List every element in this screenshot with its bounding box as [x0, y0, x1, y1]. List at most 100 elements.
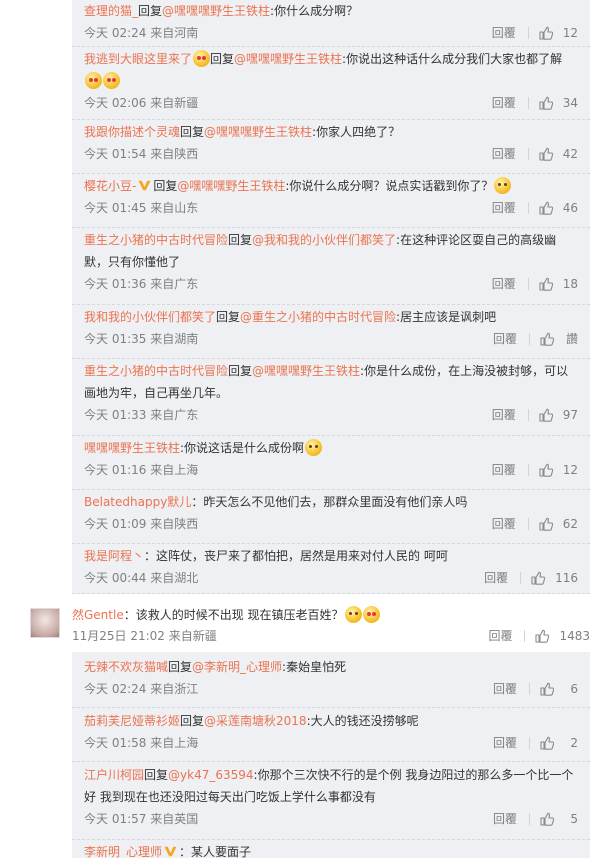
reply-actions: 回覆 2 — [493, 732, 578, 754]
thumbs-up-icon[interactable] — [540, 332, 554, 346]
like-count: 2 — [570, 736, 578, 750]
reply-author-link[interactable]: 樱花小豆- — [84, 179, 136, 193]
mention-link[interactable]: @我和我的小伙伴们都笑了 — [252, 233, 396, 247]
thumbs-up-icon[interactable] — [539, 277, 553, 291]
reply-button[interactable]: 回覆 — [492, 143, 516, 165]
reply-body: 李新明_心理师 ：某人要面子 — [84, 841, 578, 858]
divider — [527, 27, 529, 39]
mention-link[interactable]: @yk47_63594 — [168, 768, 254, 782]
avatar[interactable] — [30, 608, 60, 638]
reply-button[interactable]: 回覆 — [488, 625, 512, 647]
thumbs-up-icon[interactable] — [539, 517, 553, 531]
divider — [72, 489, 590, 490]
reply-meta: 今天 01:09 来自陕西 回覆 62 — [84, 513, 578, 535]
reply-timestamp: 今天 02:06 来自新疆 — [84, 96, 199, 110]
reply-button[interactable]: 回覆 — [493, 808, 517, 830]
comment-author-link[interactable]: 然Gentle — [72, 608, 124, 622]
reply-author-link[interactable]: 重生之小猪的中古时代冒险 — [84, 233, 228, 247]
reply-prefix: 回复 — [180, 125, 205, 139]
reply-item: 查理的猫_回复@嘿嘿嘿野生王铁柱:你什么成分啊？ 今天 02:24 来自河南 回覆 1… — [72, 0, 590, 47]
thumbs-up-icon[interactable] — [535, 629, 550, 643]
divider — [524, 630, 526, 642]
reply-body: 查理的猫_回复@嘿嘿嘿野生王铁柱:你什么成分啊？ — [84, 0, 578, 22]
reply-button[interactable]: 回覆 — [493, 732, 517, 754]
reply-actions: 回覆 6 — [493, 678, 578, 700]
mention-link[interactable]: @嘿嘿嘿野生王铁柱 — [234, 52, 342, 66]
emoji-icon — [193, 50, 211, 67]
reply-author-link[interactable]: 无辣不欢灰猫喊 — [84, 660, 168, 674]
mention-link[interactable]: @嘿嘿嘿野生王铁柱 — [177, 179, 285, 193]
reply-button[interactable]: 回覆 — [493, 328, 517, 350]
reply-button[interactable]: 回覆 — [492, 459, 516, 481]
mention-link[interactable]: @李新明_心理师 — [192, 660, 282, 674]
thumbs-up-icon[interactable] — [539, 201, 553, 215]
reply-text: :大人的钱还没捞够呢 — [306, 714, 419, 728]
reply-button[interactable]: 回覆 — [492, 22, 516, 44]
thumbs-up-icon[interactable] — [539, 147, 553, 161]
mention-link[interactable]: @重生之小猪的中古时代冒险 — [240, 310, 396, 324]
thumbs-up-icon[interactable] — [539, 26, 553, 40]
divider — [527, 464, 529, 476]
reply-item: 茄莉芙尼娅蒂衫姬回复@采莲南塘秋2018:大人的钱还没捞够呢 今天 01:58 来… — [72, 710, 590, 762]
like-count: 12 — [562, 26, 578, 40]
reply-actions: 回覆 46 — [492, 197, 578, 219]
reply-author-link[interactable]: Belatedhappy默儿 — [84, 495, 191, 509]
reply-button[interactable]: 回覆 — [492, 197, 516, 219]
reply-prefix: 回复 — [144, 768, 169, 782]
reply-author-link[interactable]: 查理的猫_ — [84, 4, 138, 18]
reply-actions: 回覆 12 — [492, 22, 578, 44]
reply-item: 我和我的小伙伴们都笑了回复@重生之小猪的中古时代冒险:居主应该是讽刺吧 今天 01… — [72, 306, 590, 359]
like-count: 34 — [562, 96, 578, 110]
reply-author-link[interactable]: 茄莉芙尼娅蒂衫姬 — [84, 714, 180, 728]
mention-link[interactable]: @采莲南塘秋2018 — [204, 714, 307, 728]
comment-text: ：该救人的时候不出现 现在镇压老百姓？ — [123, 608, 344, 622]
reply-timestamp: 今天 01:35 来自湖南 — [84, 332, 199, 346]
mention-link[interactable]: @嘿嘿嘿野生王铁柱 — [204, 125, 312, 139]
reply-author-link[interactable]: 嘿嘿嘿野生王铁柱 — [84, 441, 180, 455]
reply-button[interactable]: 回覆 — [492, 273, 516, 295]
reply-button[interactable]: 回覆 — [484, 567, 508, 589]
thumbs-up-icon[interactable] — [539, 408, 553, 422]
reply-author-link[interactable]: 我和我的小伙伴们都笑了 — [84, 310, 216, 324]
mention-link[interactable]: @嘿嘿嘿野生王铁柱 — [252, 364, 360, 378]
reply-actions: 回覆 116 — [484, 567, 578, 589]
reply-author-link[interactable]: 我逃到大眼这里来了 — [84, 52, 192, 66]
reply-button[interactable]: 回覆 — [493, 678, 517, 700]
like-count: 讚 — [565, 332, 578, 346]
divider — [527, 148, 529, 160]
reply-timestamp: 今天 02:24 来自河南 — [84, 26, 199, 40]
thumbs-up-icon[interactable] — [531, 571, 546, 585]
divider — [527, 278, 529, 290]
thumbs-up-icon[interactable] — [540, 736, 554, 750]
like-count: 18 — [562, 277, 578, 291]
reply-timestamp: 今天 01:58 来自上海 — [84, 736, 199, 750]
reply-text: ：这阵仗，丧尸来了都怕把，居然是用来对付人民的 呵呵 — [144, 549, 448, 563]
reply-button[interactable]: 回覆 — [492, 92, 516, 114]
thumbs-up-icon[interactable] — [539, 463, 553, 477]
reply-text: :秦始皇怕死 — [282, 660, 347, 674]
comment-meta: 11月25日 21:02 来自新疆 回覆 1483 — [72, 625, 590, 647]
emoji-icon — [103, 72, 120, 89]
reply-body: 无辣不欢灰猫喊回复@李新明_心理师:秦始皇怕死 — [84, 656, 578, 678]
reply-button[interactable]: 回覆 — [492, 404, 516, 426]
like-count: 1483 — [559, 629, 590, 643]
reply-timestamp: 今天 01:57 来自英国 — [84, 812, 199, 826]
reply-author-link[interactable]: 我跟你描述个灵魂 — [84, 125, 180, 139]
emoji-icon — [494, 177, 512, 194]
reply-button[interactable]: 回覆 — [492, 513, 516, 535]
reply-meta: 今天 01:33 来自广东 回覆 97 — [84, 404, 578, 426]
thumbs-up-icon[interactable] — [540, 812, 554, 826]
reply-prefix: 回复 — [228, 233, 253, 247]
reply-author-link[interactable]: 江户川柯园 — [84, 768, 144, 782]
reply-author-link[interactable]: 我是阿程丶 — [84, 549, 144, 563]
reply-body: 嘿嘿嘿野生王铁柱:你说这话是什么成份啊 — [84, 437, 578, 459]
reply-author-link[interactable]: 重生之小猪的中古时代冒险 — [84, 364, 228, 378]
divider — [72, 46, 590, 47]
like-count: 97 — [562, 408, 578, 422]
mention-link[interactable]: @嘿嘿嘿野生王铁柱 — [162, 4, 270, 18]
vip-v-icon — [138, 180, 151, 191]
comment-body: 然Gentle：该救人的时候不出现 现在镇压老百姓？ — [72, 604, 380, 626]
reply-author-link[interactable]: 李新明_心理师 — [84, 845, 162, 858]
thumbs-up-icon[interactable] — [539, 96, 553, 110]
thumbs-up-icon[interactable] — [540, 682, 554, 696]
